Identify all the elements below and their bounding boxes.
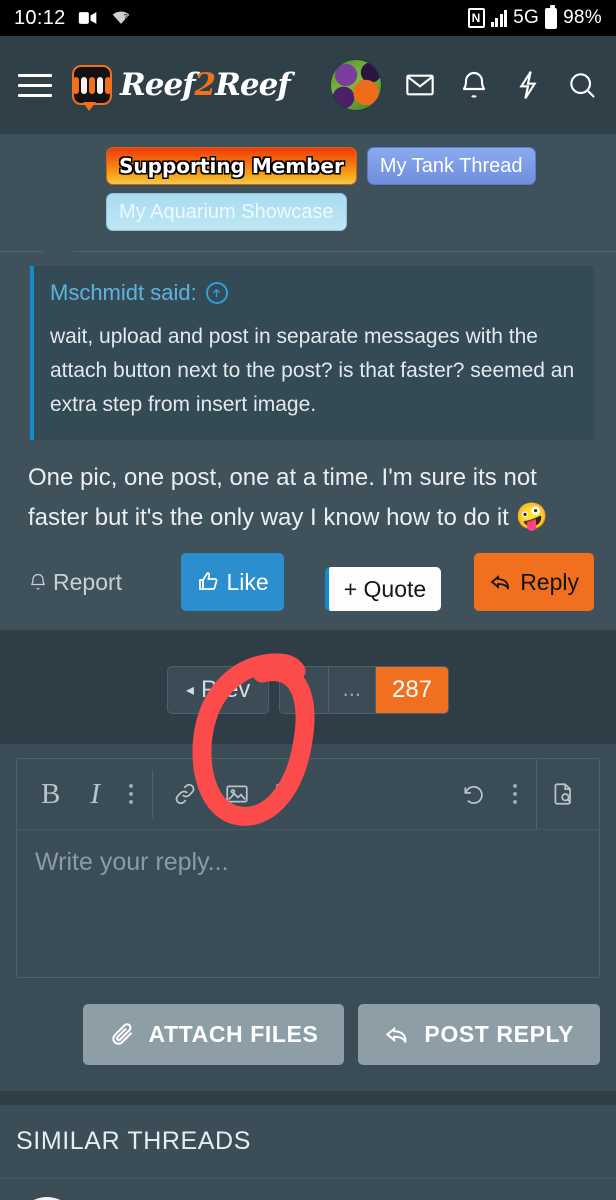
status-bar: 10:12 ? N 5G 98% xyxy=(0,0,616,36)
header-actions xyxy=(330,59,598,111)
post-message: One pic, one post, one at a time. I'm su… xyxy=(0,440,616,537)
logo-wordmark: Reef2Reef xyxy=(120,67,291,103)
page-ellipsis: ... xyxy=(328,667,377,713)
post-reply-label: POST REPLY xyxy=(424,1021,574,1047)
report-label: Report xyxy=(53,568,123,595)
quote-button[interactable]: + Quote xyxy=(324,567,442,611)
avatar[interactable] xyxy=(330,59,382,111)
post-card: Supporting Member My Tank Thread My Aqua… xyxy=(0,135,616,629)
battery-icon xyxy=(545,4,558,29)
logo-text-a: Reef xyxy=(120,67,196,103)
section-gap xyxy=(0,1091,616,1105)
signal-bars-icon xyxy=(490,9,508,27)
reply-editor-section: B I Write your reply... ATTACH FILES POS… xyxy=(0,744,616,1091)
italic-icon[interactable]: I xyxy=(74,778,116,811)
page-number-group: 1 ... 287 xyxy=(279,666,450,714)
logo-text-b: Reef xyxy=(215,67,291,103)
insert-image-icon[interactable] xyxy=(211,759,263,829)
status-bar-left: 10:12 ? xyxy=(14,7,132,30)
status-bar-right: N 5G 98% xyxy=(467,4,602,29)
network-type-label: 5G xyxy=(513,7,540,28)
bold-icon[interactable]: B xyxy=(27,778,74,811)
reply-button[interactable]: Reply xyxy=(474,553,594,611)
status-time: 10:12 xyxy=(14,6,66,29)
link-icon[interactable] xyxy=(159,759,211,829)
page-1-button[interactable]: 1 xyxy=(280,667,329,713)
post-user-badges: Supporting Member My Tank Thread My Aqua… xyxy=(0,135,616,252)
prev-page-label: Prev xyxy=(200,676,251,703)
zany-face-emoji: 🤪 xyxy=(515,501,548,531)
hamburger-icon[interactable] xyxy=(18,73,52,97)
similar-threads-section: SIMILAR THREADS *** Reef Legends Giveawa… xyxy=(0,1105,616,1200)
battery-percent: 98% xyxy=(563,7,602,28)
post-reply-button[interactable]: POST REPLY xyxy=(358,1004,600,1065)
divider xyxy=(0,251,616,252)
clownfish-logo-icon xyxy=(72,65,112,111)
badge-my-aquarium-showcase[interactable]: My Aquarium Showcase xyxy=(106,193,347,231)
attach-files-button[interactable]: ATTACH FILES xyxy=(82,1004,345,1065)
editor-action-buttons: ATTACH FILES POST REPLY xyxy=(16,978,600,1065)
more-options-icon[interactable] xyxy=(500,784,530,804)
app-header: Reef2Reef xyxy=(0,36,616,135)
post-message-text: One pic, one post, one at a time. I'm su… xyxy=(28,464,537,531)
wifi-question-icon: ? xyxy=(110,8,132,28)
bell-icon[interactable] xyxy=(458,69,490,101)
toolbar-divider xyxy=(152,770,154,818)
site-logo[interactable]: Reef2Reef xyxy=(72,65,291,111)
mail-icon[interactable] xyxy=(404,69,436,101)
reply-editor: B I Write your reply... xyxy=(16,758,600,978)
post-actions: Report Like + Quote Reply xyxy=(0,537,616,617)
pagination: ◂ Prev 1 ... 287 xyxy=(166,666,450,714)
preview-icon[interactable] xyxy=(537,759,589,829)
lightning-icon[interactable] xyxy=(512,69,544,101)
report-button[interactable]: Report xyxy=(28,569,122,596)
app-screen: 10:12 ? N 5G 98% Reef2Reef Supporting Me… xyxy=(0,0,616,1200)
reply-textarea[interactable]: Write your reply... xyxy=(17,829,599,977)
caret-left-icon: ◂ xyxy=(185,682,194,699)
search-icon[interactable] xyxy=(566,69,598,101)
pagination-bar: ◂ Prev 1 ... 287 xyxy=(0,629,616,744)
more-insert-options-icon[interactable] xyxy=(263,784,293,804)
quote-label: + Quote xyxy=(343,576,427,602)
attach-files-label: ATTACH FILES xyxy=(148,1021,319,1047)
arrow-up-circle-icon[interactable] xyxy=(205,282,228,304)
page-current-button[interactable]: 287 xyxy=(376,667,449,713)
list-item[interactable]: *** Reef Legends Giveaway!! 6 WINNERS!! … xyxy=(0,1179,616,1200)
quote-text: wait, upload and post in separate messag… xyxy=(50,325,575,416)
post-action-buttons: Like + Quote Reply xyxy=(180,553,594,611)
similar-threads-heading: SIMILAR THREADS xyxy=(0,1105,616,1179)
office-lens-icon xyxy=(78,8,98,28)
badge-my-tank-thread[interactable]: My Tank Thread xyxy=(366,147,536,185)
like-label: Like xyxy=(226,569,269,595)
undo-icon[interactable] xyxy=(448,759,500,829)
editor-toolbar: B I xyxy=(17,759,599,829)
prev-page-button[interactable]: ◂ Prev xyxy=(166,666,270,714)
reply-label: Reply xyxy=(520,569,579,595)
nfc-icon: N xyxy=(467,8,485,28)
quote-attribution: Mschmidt said: xyxy=(50,280,578,306)
like-button[interactable]: Like xyxy=(180,553,284,611)
quote-author-label: Mschmidt said: xyxy=(50,280,197,305)
svg-text:?: ? xyxy=(123,12,127,21)
speech-tail xyxy=(42,236,74,252)
badge-supporting-member[interactable]: Supporting Member xyxy=(106,147,357,185)
badge-list: Supporting Member My Tank Thread My Aqua… xyxy=(14,147,602,231)
blockquote[interactable]: Mschmidt said: wait, upload and post in … xyxy=(30,266,594,440)
more-text-options-icon[interactable] xyxy=(116,784,146,804)
logo-text-two: 2 xyxy=(194,67,217,103)
